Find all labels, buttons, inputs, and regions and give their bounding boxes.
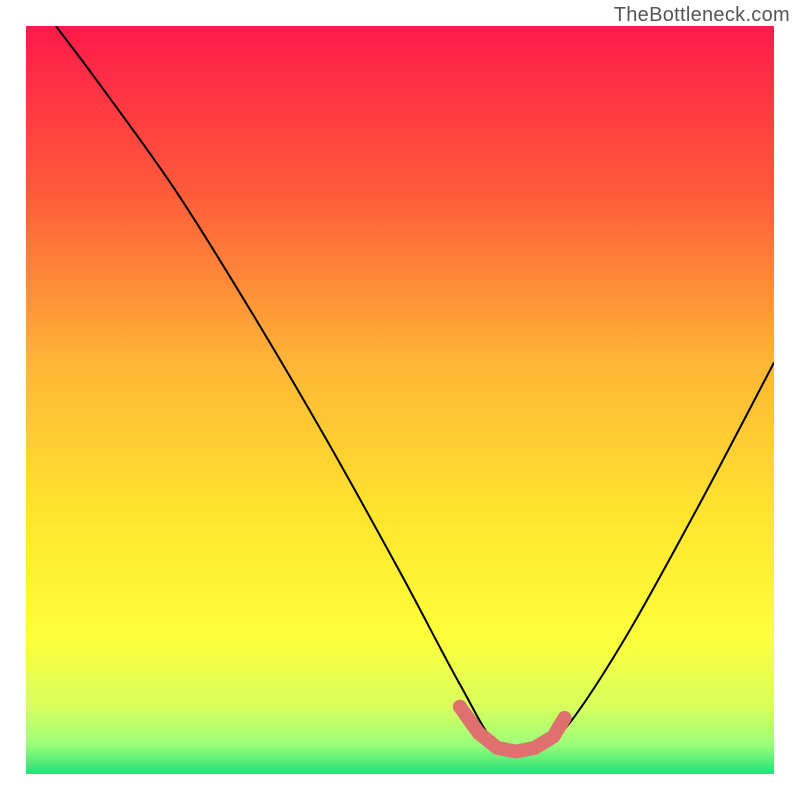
plot-area <box>26 26 774 774</box>
chart-stage: TheBottleneck.com <box>0 0 800 800</box>
chart-canvas <box>26 26 774 774</box>
watermark-text: TheBottleneck.com <box>614 4 790 27</box>
